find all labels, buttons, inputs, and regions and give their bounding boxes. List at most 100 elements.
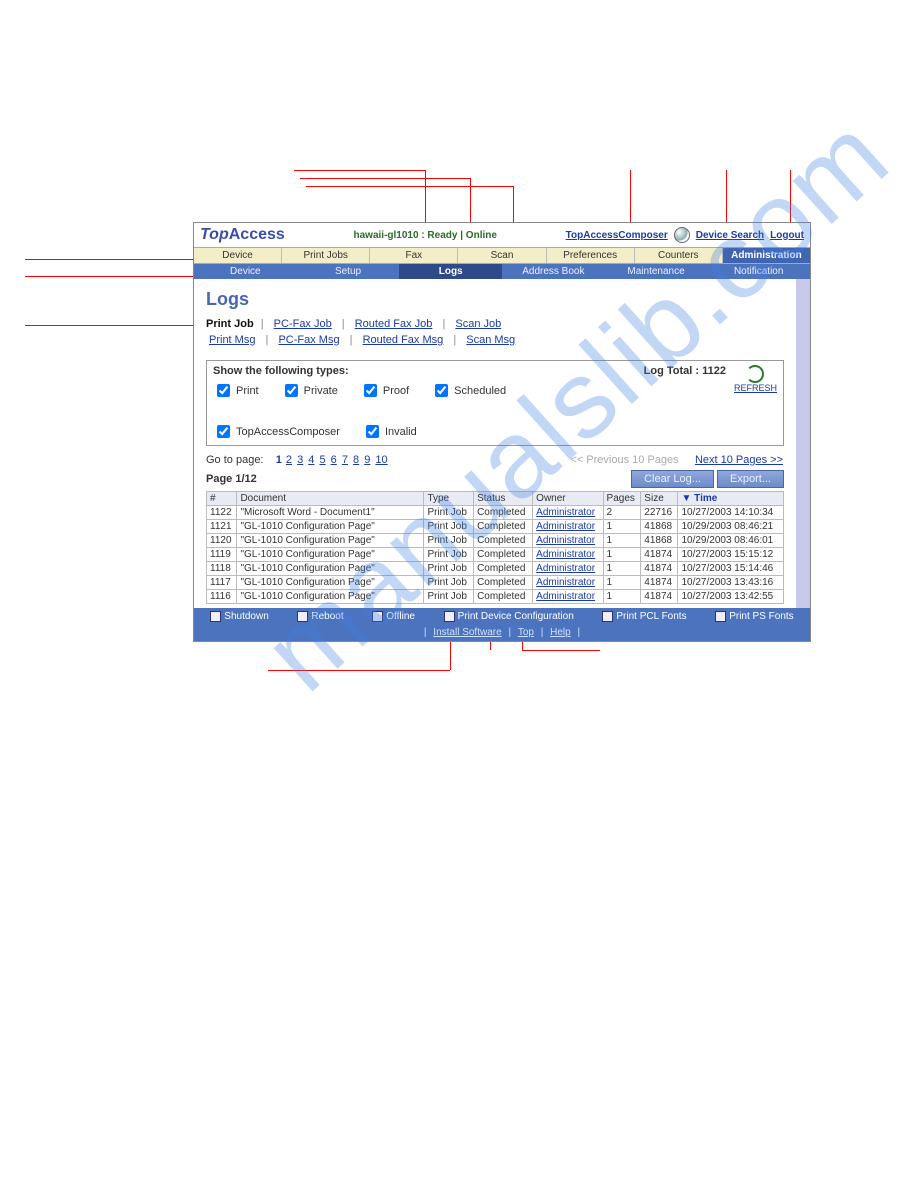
col-size[interactable]: Size <box>641 492 678 506</box>
footer-print-config[interactable]: Print Device Configuration <box>444 611 574 622</box>
owner-link[interactable]: Administrator <box>536 577 595 588</box>
cell-size: 41874 <box>641 562 678 576</box>
check-scheduled[interactable]: Scheduled <box>431 381 506 400</box>
page-2[interactable]: 2 <box>286 454 292 466</box>
logout-link[interactable]: Logout <box>770 230 804 241</box>
cell-size: 41868 <box>641 520 678 534</box>
cell-pages: 1 <box>603 534 641 548</box>
cell-time: 10/29/2003 08:46:21 <box>678 520 784 534</box>
table-row: 1119"GL-1010 Configuration Page"Print Jo… <box>207 548 784 562</box>
check-invalid[interactable]: Invalid <box>362 422 417 441</box>
col-status[interactable]: Status <box>474 492 533 506</box>
page-5[interactable]: 5 <box>319 454 325 466</box>
tab-preferences[interactable]: Preferences <box>547 248 635 263</box>
topaccess-window: TopAccess hawaii-gl1010 : Ready | Online… <box>193 222 811 642</box>
footer-install-software[interactable]: Install Software <box>433 627 501 638</box>
col-time[interactable]: ▼ Time <box>678 492 784 506</box>
subtab-maintenance[interactable]: Maintenance <box>605 264 708 279</box>
refresh-link[interactable]: REFRESH <box>734 365 777 393</box>
filter-checks: Print Private Proof Scheduled TopAccessC… <box>213 381 644 441</box>
cell-pages: 2 <box>603 506 641 520</box>
link-scan-msg[interactable]: Scan Msg <box>466 334 515 346</box>
filter-title: Show the following types: <box>213 365 644 377</box>
composer-link[interactable]: TopAccessComposer <box>566 230 668 241</box>
page-10[interactable]: 10 <box>375 454 387 466</box>
clear-log-button[interactable]: Clear Log... <box>631 470 714 488</box>
cell-owner: Administrator <box>533 576 603 590</box>
link-routed-fax-msg[interactable]: Routed Fax Msg <box>363 334 444 346</box>
col-type[interactable]: Type <box>424 492 474 506</box>
table-row: 1122"Microsoft Word - Document1"Print Jo… <box>207 506 784 520</box>
footer-links: | Install Software | Top | Help | <box>194 625 810 641</box>
page-8[interactable]: 8 <box>353 454 359 466</box>
log-total-label: Log Total : <box>644 365 699 377</box>
tab-counters[interactable]: Counters <box>635 248 723 263</box>
subtab-logs[interactable]: Logs <box>399 264 502 279</box>
owner-link[interactable]: Administrator <box>536 549 595 560</box>
footer-reboot[interactable]: Reboot <box>297 611 343 622</box>
cell-owner: Administrator <box>533 506 603 520</box>
subtab-setup[interactable]: Setup <box>297 264 400 279</box>
callout-line <box>294 170 425 171</box>
col-num[interactable]: # <box>207 492 237 506</box>
device-search-link[interactable]: Device Search <box>696 230 764 241</box>
page-6[interactable]: 6 <box>331 454 337 466</box>
check-private[interactable]: Private <box>281 381 338 400</box>
page-indicator: Page 1/12 <box>206 473 257 485</box>
link-pcfax-job[interactable]: PC-Fax Job <box>274 318 332 330</box>
footer-shutdown[interactable]: Shutdown <box>210 611 268 622</box>
footer-offline[interactable]: Offline <box>372 611 415 622</box>
tab-scan[interactable]: Scan <box>458 248 546 263</box>
link-routed-fax-job[interactable]: Routed Fax Job <box>355 318 433 330</box>
log-total-value: 1122 <box>702 365 726 377</box>
footer-help[interactable]: Help <box>550 627 571 638</box>
cell-doc: "GL-1010 Configuration Page" <box>237 576 424 590</box>
cell-owner: Administrator <box>533 520 603 534</box>
footer-print-ps[interactable]: Print PS Fonts <box>715 611 793 622</box>
sub-tabs: Device Setup Logs Address Book Maintenan… <box>194 264 810 279</box>
subtab-address-book[interactable]: Address Book <box>502 264 605 279</box>
cell-time: 10/29/2003 08:46:01 <box>678 534 784 548</box>
cell-type: Print Job <box>424 562 474 576</box>
owner-link[interactable]: Administrator <box>536 535 595 546</box>
page-4[interactable]: 4 <box>308 454 314 466</box>
callout-line <box>306 186 513 187</box>
page-3[interactable]: 3 <box>297 454 303 466</box>
subtab-device[interactable]: Device <box>194 264 297 279</box>
tab-administration[interactable]: Administration <box>723 248 810 263</box>
owner-link[interactable]: Administrator <box>536 507 595 518</box>
cell-owner: Administrator <box>533 534 603 548</box>
link-print-msg[interactable]: Print Msg <box>209 334 255 346</box>
col-document[interactable]: Document <box>237 492 424 506</box>
footer-top[interactable]: Top <box>518 627 534 638</box>
export-button[interactable]: Export... <box>717 470 784 488</box>
cell-owner: Administrator <box>533 562 603 576</box>
check-proof[interactable]: Proof <box>360 381 409 400</box>
tab-device[interactable]: Device <box>194 248 282 263</box>
col-owner[interactable]: Owner <box>533 492 603 506</box>
page-7[interactable]: 7 <box>342 454 348 466</box>
owner-link[interactable]: Administrator <box>536 563 595 574</box>
cell-num: 1117 <box>207 576 237 590</box>
tab-fax[interactable]: Fax <box>370 248 458 263</box>
owner-link[interactable]: Administrator <box>536 591 595 602</box>
link-scan-job[interactable]: Scan Job <box>455 318 501 330</box>
link-pcfax-msg[interactable]: PC-Fax Msg <box>278 334 339 346</box>
cell-num: 1122 <box>207 506 237 520</box>
cell-owner: Administrator <box>533 590 603 604</box>
callout-line <box>522 650 600 651</box>
page-9[interactable]: 9 <box>364 454 370 466</box>
col-pages[interactable]: Pages <box>603 492 641 506</box>
check-composer[interactable]: TopAccessComposer <box>213 422 340 441</box>
footer-print-pcl[interactable]: Print PCL Fonts <box>602 611 686 622</box>
page-1[interactable]: 1 <box>276 454 282 466</box>
tab-print-jobs[interactable]: Print Jobs <box>282 248 370 263</box>
owner-link[interactable]: Administrator <box>536 521 595 532</box>
cell-doc: "GL-1010 Configuration Page" <box>237 590 424 604</box>
cell-type: Print Job <box>424 548 474 562</box>
next-pages[interactable]: Next 10 Pages >> <box>695 454 783 466</box>
subtab-notification[interactable]: Notification <box>707 264 810 279</box>
check-print[interactable]: Print <box>213 381 259 400</box>
cell-num: 1120 <box>207 534 237 548</box>
cell-size: 41868 <box>641 534 678 548</box>
